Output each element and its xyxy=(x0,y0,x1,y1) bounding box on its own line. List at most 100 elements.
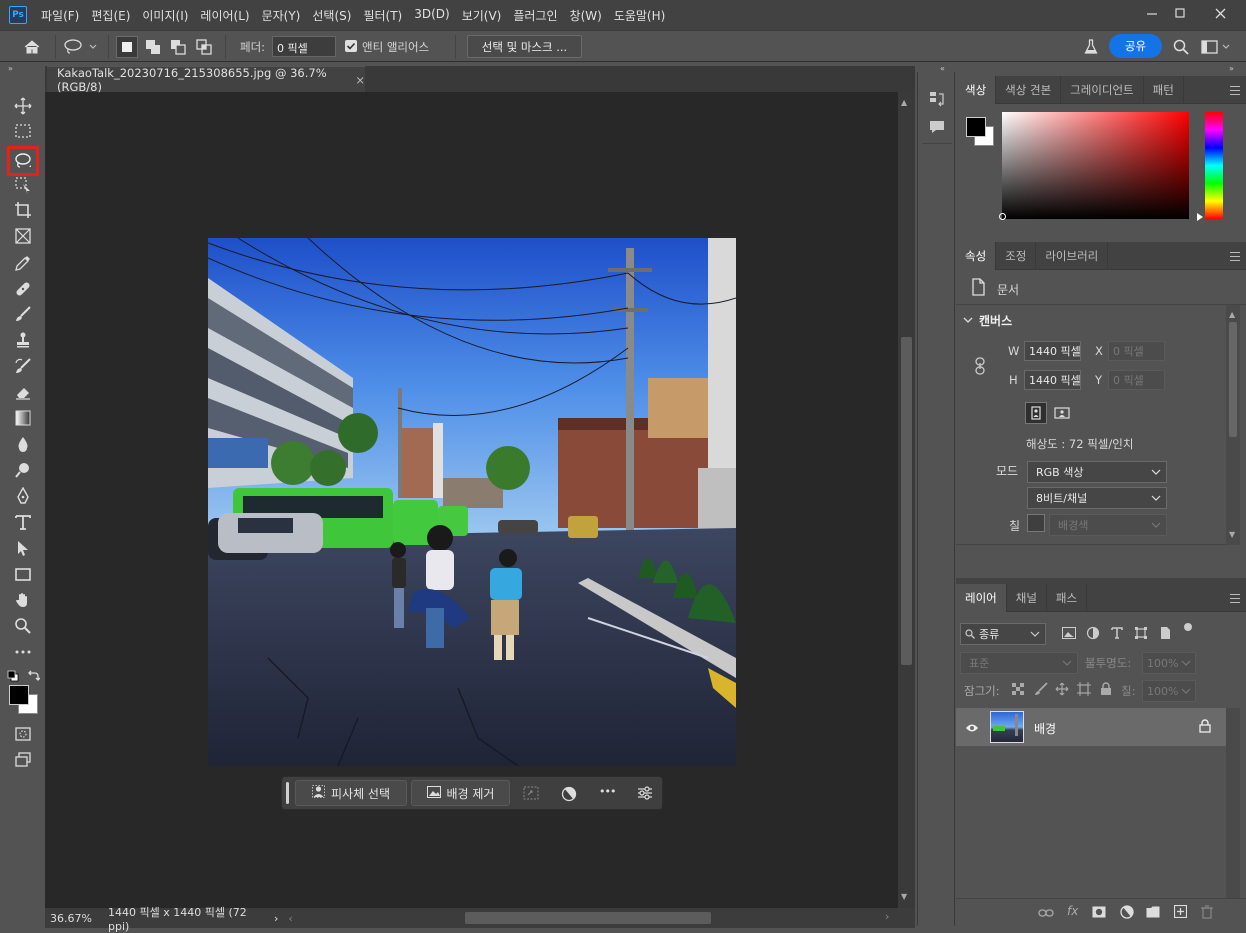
close-tab-icon[interactable]: × xyxy=(355,73,365,87)
width-input[interactable]: 1440 픽셀 xyxy=(1024,341,1081,361)
props-scroll-up-icon[interactable]: ▲ xyxy=(1229,310,1235,319)
lasso-tool-preset-picker[interactable] xyxy=(63,38,101,56)
blend-mode-select[interactable]: 표준 xyxy=(960,652,1078,674)
properties-panel-menu-icon[interactable] xyxy=(1230,252,1240,261)
new-adjustment-layer-icon[interactable] xyxy=(1120,905,1134,922)
object-selection-tool-icon[interactable] xyxy=(11,174,35,196)
filter-toggle-icon[interactable] xyxy=(1184,623,1192,631)
lock-transparent-icon[interactable] xyxy=(1012,683,1024,698)
clone-stamp-tool-icon[interactable] xyxy=(11,329,35,351)
brush-tool-icon[interactable] xyxy=(11,303,35,325)
blur-tool-icon[interactable] xyxy=(11,433,35,455)
color-picker-field[interactable] xyxy=(1002,112,1189,219)
home-icon[interactable] xyxy=(22,38,42,56)
filter-smart-object-icon[interactable] xyxy=(1158,626,1172,643)
status-menu-arrow[interactable]: › xyxy=(274,912,278,925)
crop-tool-icon[interactable] xyxy=(11,199,35,221)
menu-item-3[interactable]: 레이어(L) xyxy=(194,7,255,24)
quick-mask-icon[interactable] xyxy=(11,723,35,745)
bit-depth-select[interactable]: 8비트/채널 xyxy=(1027,487,1167,509)
lock-artboard-icon[interactable] xyxy=(1077,682,1091,699)
swap-colors-icon[interactable] xyxy=(26,669,41,683)
scroll-up-icon[interactable]: ▲ xyxy=(901,98,907,107)
select-subject-button[interactable]: 피사체 선택 xyxy=(295,780,407,806)
add-to-selection-icon[interactable] xyxy=(143,38,163,56)
zoom-tool-icon[interactable] xyxy=(11,615,35,637)
layer-fill-input[interactable]: 100% xyxy=(1142,680,1196,702)
layers-scrollbar[interactable] xyxy=(1226,708,1240,898)
ctx-drag-handle[interactable] xyxy=(286,782,289,804)
fill-select[interactable]: 배경색 xyxy=(1049,514,1167,536)
menu-item-1[interactable]: 편집(E) xyxy=(85,7,136,24)
edit-toolbar-icon[interactable] xyxy=(11,641,35,663)
dodge-tool-icon[interactable] xyxy=(11,459,35,481)
link-layers-icon[interactable] xyxy=(1038,907,1054,921)
eyedropper-tool-icon[interactable] xyxy=(11,252,35,274)
frame-tool-icon[interactable] xyxy=(11,225,35,247)
menu-item-6[interactable]: 필터(T) xyxy=(357,7,408,24)
mode-select[interactable]: RGB 색상 xyxy=(1027,461,1167,483)
fill-color-swatch[interactable] xyxy=(1027,514,1045,532)
filter-shape-icon[interactable] xyxy=(1134,626,1148,643)
menu-item-4[interactable]: 문자(Y) xyxy=(256,7,307,24)
menu-item-0[interactable]: 파일(F) xyxy=(35,7,85,24)
properties-panel-tab-2[interactable]: 라이브러리 xyxy=(1036,242,1109,270)
filter-type-icon[interactable] xyxy=(1110,626,1124,643)
properties-panel-tab-0[interactable]: 속성 xyxy=(956,242,997,270)
spot-healing-brush-icon[interactable] xyxy=(11,278,35,300)
color-panel-menu-icon[interactable] xyxy=(1230,86,1240,95)
menu-item-10[interactable]: 창(W) xyxy=(564,7,608,24)
eraser-tool-icon[interactable] xyxy=(11,381,35,403)
transform-selection-icon[interactable] xyxy=(523,786,539,803)
y-input[interactable]: 0 픽셀 xyxy=(1108,370,1165,390)
rectangular-marquee-tool-icon[interactable] xyxy=(11,120,35,142)
intersect-selection-icon[interactable] xyxy=(194,38,214,56)
search-icon[interactable] xyxy=(1172,38,1190,56)
menu-item-11[interactable]: 도움말(H) xyxy=(608,7,672,24)
lasso-tool-icon[interactable] xyxy=(7,146,39,176)
fx-icon[interactable]: fx xyxy=(1067,904,1078,918)
document-tab[interactable]: KakaoTalk_20230716_215308655.jpg @ 36.7%… xyxy=(47,66,365,94)
color-picker-cursor[interactable] xyxy=(999,213,1006,220)
close-window-button[interactable] xyxy=(1200,2,1240,24)
x-input[interactable]: 0 픽셀 xyxy=(1108,341,1165,361)
hand-tool-icon[interactable] xyxy=(11,589,35,611)
portrait-orientation-icon[interactable] xyxy=(1025,402,1047,424)
properties-panel-tab-1[interactable]: 조정 xyxy=(996,242,1037,270)
menu-item-7[interactable]: 3D(D) xyxy=(408,7,455,24)
delete-layer-icon[interactable] xyxy=(1201,905,1213,922)
rectangle-tool-icon[interactable] xyxy=(11,563,35,585)
layers-panel-tab-0[interactable]: 레이어 xyxy=(956,584,1007,612)
lock-image-icon[interactable] xyxy=(1034,682,1048,699)
hue-slider-handle[interactable] xyxy=(1197,213,1203,221)
workspace-switcher-icon[interactable] xyxy=(1201,38,1231,56)
gradient-tool-icon[interactable] xyxy=(11,407,35,429)
new-layer-icon[interactable] xyxy=(1173,904,1188,921)
color-panel-tab-2[interactable]: 그레이디언트 xyxy=(1061,76,1144,104)
settings-sliders-icon[interactable] xyxy=(637,785,653,804)
eye-icon[interactable] xyxy=(965,722,979,736)
layer-lock-icon[interactable] xyxy=(1199,719,1211,736)
screen-mode-icon[interactable] xyxy=(11,749,35,771)
feather-input[interactable]: 0 픽셀 xyxy=(272,36,336,57)
layer-filter-select[interactable]: 종류 xyxy=(960,623,1046,645)
comments-panel-icon[interactable] xyxy=(928,118,946,139)
new-selection-icon[interactable] xyxy=(116,36,138,58)
hscroll-right-icon[interactable]: › xyxy=(885,910,889,923)
more-options-button[interactable]: ••• xyxy=(599,785,616,798)
props-scroll-thumb[interactable] xyxy=(1229,322,1237,437)
landscape-orientation-icon[interactable] xyxy=(1052,403,1074,425)
vertical-scroll-thumb[interactable] xyxy=(901,337,912,665)
filter-pixel-icon[interactable] xyxy=(1062,627,1076,642)
antialias-checkbox[interactable] xyxy=(345,40,357,52)
maximize-button[interactable] xyxy=(1165,2,1195,24)
menu-item-5[interactable]: 선택(S) xyxy=(306,7,357,24)
history-brush-tool-icon[interactable] xyxy=(11,355,35,377)
opacity-input[interactable]: 100% xyxy=(1142,652,1196,674)
minimize-button[interactable] xyxy=(1137,2,1167,24)
color-fg-swatch[interactable] xyxy=(966,117,986,137)
color-panel-tab-3[interactable]: 패턴 xyxy=(1144,76,1184,104)
menu-item-2[interactable]: 이미지(I) xyxy=(136,7,194,24)
menu-item-8[interactable]: 보기(V) xyxy=(456,7,508,24)
layers-panel-tab-2[interactable]: 패스 xyxy=(1047,584,1088,612)
